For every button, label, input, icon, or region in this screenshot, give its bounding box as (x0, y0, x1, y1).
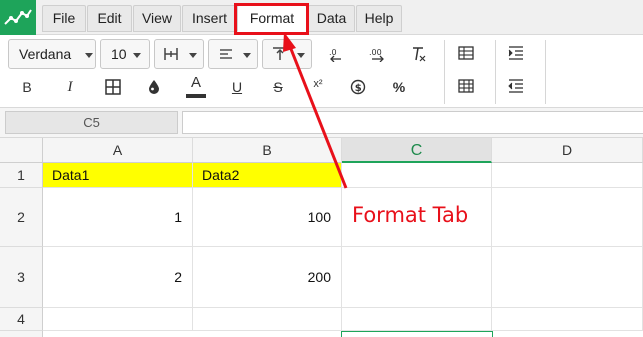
annotation-arrow (283, 32, 348, 189)
annotation-label: Format Tab (352, 203, 469, 227)
